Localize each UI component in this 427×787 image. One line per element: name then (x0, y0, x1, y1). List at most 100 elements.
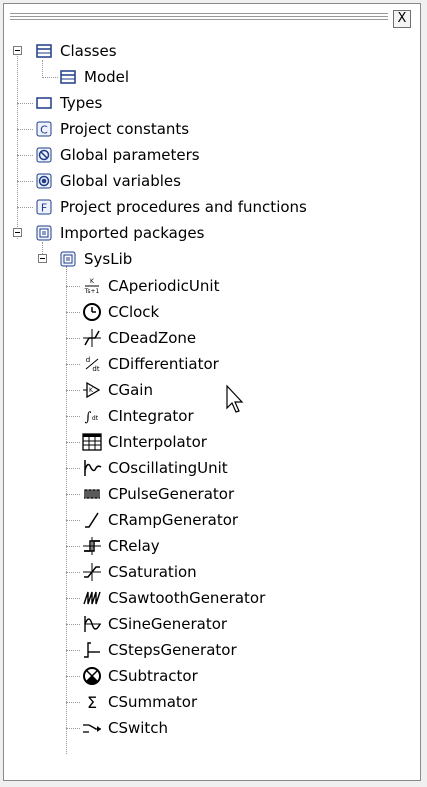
dead-zone-icon (82, 328, 102, 348)
tree-item-label: Model (84, 68, 130, 86)
tree-view[interactable]: Classes Model Types C Project constants … (4, 4, 422, 782)
class-icon (34, 41, 54, 61)
tree-item-crampgenerator[interactable]: CRampGenerator (82, 509, 238, 531)
tree-line (66, 312, 80, 313)
tree-item-cclock[interactable]: CClock (82, 301, 159, 323)
package-icon (34, 223, 54, 243)
tree-item-label: CSwitch (108, 719, 169, 737)
steps-generator-icon (82, 640, 102, 660)
tree-item-label: CStepsGenerator (108, 641, 237, 659)
mouse-cursor-icon (225, 384, 247, 416)
expand-toggle-classes[interactable] (13, 46, 22, 55)
tree-line (66, 468, 80, 469)
tree-item-cstepsgenerator[interactable]: CStepsGenerator (82, 639, 237, 661)
tree-item-cswitch[interactable]: CSwitch (82, 717, 168, 739)
svg-text:∫: ∫ (85, 410, 92, 425)
tree-item-label: CDeadZone (108, 329, 197, 347)
tree-line (66, 728, 80, 729)
tree-item-label: CRampGenerator (108, 511, 239, 529)
tree-item-project-procedures[interactable]: F Project procedures and functions (34, 196, 307, 218)
tree-line (66, 416, 80, 417)
aperiodic-unit-icon: K Ts+1 (82, 276, 102, 296)
tree-line (17, 207, 33, 208)
tree-line (66, 520, 80, 521)
tree-line (66, 624, 80, 625)
svg-text:Ts+1: Ts+1 (84, 288, 100, 295)
svg-text:K: K (90, 278, 95, 285)
tree-item-project-constants[interactable]: C Project constants (34, 118, 189, 140)
tree-item-csummator[interactable]: Σ CSummator (82, 691, 197, 713)
tree-line (17, 54, 18, 239)
expand-toggle-syslib[interactable] (38, 254, 47, 263)
tree-item-label: Types (60, 94, 103, 112)
tree-item-classes[interactable]: Classes (34, 40, 117, 62)
tree-line (66, 286, 80, 287)
tree-line (17, 103, 33, 104)
subtractor-icon (82, 666, 102, 686)
package-icon (58, 249, 78, 269)
tree-line (42, 60, 43, 78)
differentiator-icon: d dt (82, 354, 102, 374)
tree-item-label: CClock (108, 303, 160, 321)
oscillating-unit-icon (82, 458, 102, 478)
tree-line (66, 494, 80, 495)
tree-line (66, 676, 80, 677)
tree-item-cgain[interactable]: K CGain (82, 379, 153, 401)
expand-toggle-imported-packages[interactable] (13, 228, 22, 237)
svg-text:d: d (86, 356, 90, 364)
tree-line (42, 77, 58, 78)
tree-item-cdifferentiator[interactable]: d dt CDifferentiator (82, 353, 219, 375)
tree-item-imported-packages[interactable]: Imported packages (34, 222, 204, 244)
tree-item-label: Project procedures and functions (60, 198, 307, 216)
tree-line (66, 650, 80, 651)
sine-generator-icon (82, 614, 102, 634)
ramp-generator-icon (82, 510, 102, 530)
tree-line (17, 155, 33, 156)
tree-item-csawtoothgenerator[interactable]: CSawtoothGenerator (82, 587, 265, 609)
tree-item-label: Global parameters (60, 146, 200, 164)
tree-item-types[interactable]: Types (34, 92, 102, 114)
tree-item-label: CSubtractor (108, 667, 198, 685)
tree-item-csubtractor[interactable]: CSubtractor (82, 665, 198, 687)
tree-item-caperiodicunit[interactable]: K Ts+1 CAperiodicUnit (82, 275, 220, 297)
type-icon (34, 93, 54, 113)
relay-icon (82, 536, 102, 556)
tree-item-csaturation[interactable]: CSaturation (82, 561, 197, 583)
svg-text:C: C (40, 124, 48, 137)
tree-item-global-parameters[interactable]: Global parameters (34, 144, 200, 166)
tree-item-coscillatingunit[interactable]: COscillatingUnit (82, 457, 228, 479)
svg-text:dt: dt (92, 415, 99, 422)
tree-line (66, 572, 80, 573)
tree-item-cdeadzone[interactable]: CDeadZone (82, 327, 196, 349)
tree-item-label: Project constants (60, 120, 190, 138)
parameter-icon (34, 145, 54, 165)
tree-item-cpulsegenerator[interactable]: CPulseGenerator (82, 483, 234, 505)
tree-item-cintegrator[interactable]: ∫ dt CIntegrator (82, 405, 194, 427)
tree-item-label: CAperiodicUnit (108, 277, 220, 295)
tree-item-csinegenerator[interactable]: CSineGenerator (82, 613, 227, 635)
tree-line (66, 266, 67, 754)
constant-icon: C (34, 119, 54, 139)
tree-item-label: Classes (60, 42, 117, 60)
tree-item-label: COscillatingUnit (108, 459, 228, 477)
tree-item-label: Global variables (60, 172, 181, 190)
gain-icon: K (82, 380, 102, 400)
saturation-icon (82, 562, 102, 582)
tree-item-label: SysLib (84, 250, 133, 268)
tree-item-label: Imported packages (60, 224, 205, 242)
tree-line (66, 364, 80, 365)
tree-item-syslib[interactable]: SysLib (58, 248, 132, 270)
tree-item-global-variables[interactable]: Global variables (34, 170, 181, 192)
svg-text:dt: dt (92, 365, 99, 373)
tree-item-label: CDifferentiator (108, 355, 219, 373)
tree-item-label: CSummator (108, 693, 198, 711)
project-tree-panel: X Classes Model Types C Project constant… (3, 3, 421, 781)
switch-icon (82, 718, 102, 738)
tree-line (66, 546, 80, 547)
sawtooth-generator-icon (82, 588, 102, 608)
tree-item-label: CInterpolator (108, 433, 207, 451)
tree-item-model[interactable]: Model (58, 66, 129, 88)
tree-item-cinterpolator[interactable]: CInterpolator (82, 431, 207, 453)
variable-icon (34, 171, 54, 191)
tree-item-crelay[interactable]: CRelay (82, 535, 160, 557)
